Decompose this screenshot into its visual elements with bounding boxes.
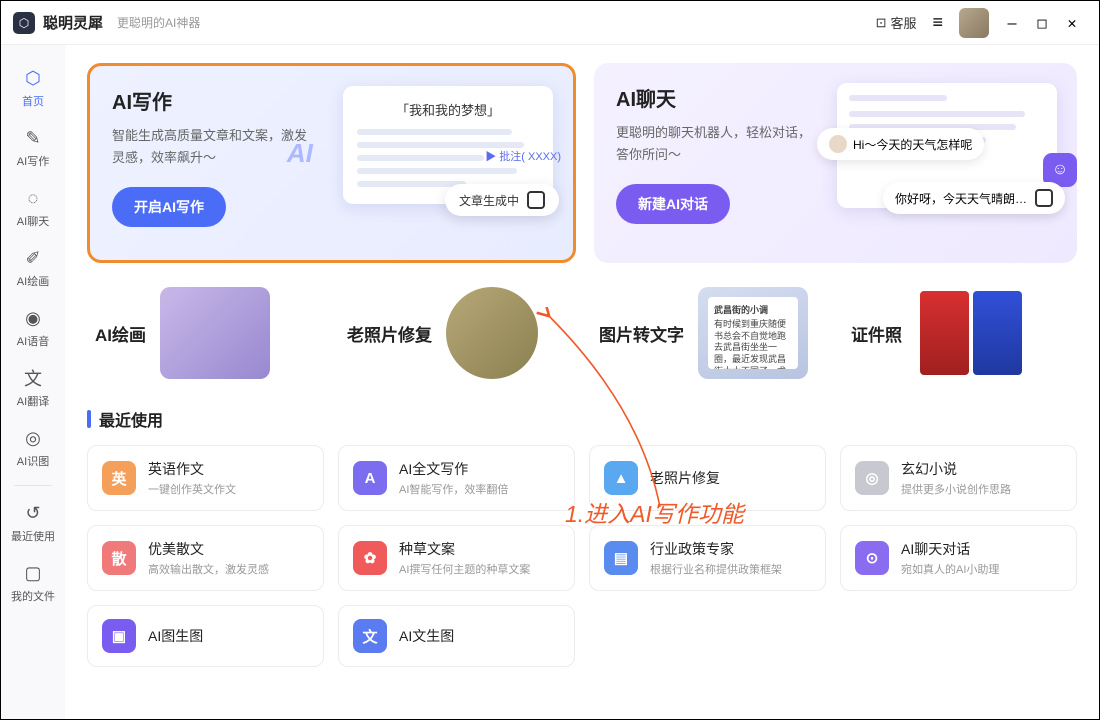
recent-section-header: 最近使用 (87, 407, 1077, 431)
hero-chat-title: AI聊天 (616, 83, 819, 112)
paint-thumb (160, 287, 270, 379)
new-chat-button[interactable]: 新建AI对话 (616, 184, 730, 224)
recent-title: 行业政策专家 (650, 539, 782, 559)
sidebar-item-paint[interactable]: ✐AI绘画 (6, 239, 60, 297)
ocr-icon: ◎ (22, 427, 44, 449)
hero-card-write[interactable]: AI写作 智能生成高质量文章和文案，激发灵感，效率飙升～ 开启AI写作 AI 「… (87, 63, 576, 263)
sidebar-item-voice[interactable]: ◉AI语音 (6, 299, 60, 357)
mock-document: 「我和我的梦想」 ▶ 批注( XXXX) 文章生成中 (343, 86, 553, 204)
sidebar-item-chat[interactable]: ◌AI聊天 (6, 179, 60, 237)
chat-icon: ⊡ (876, 15, 887, 31)
chat-bubble-in: Hi～今天的天气怎样呢 (817, 128, 984, 160)
recent-title: 种草文案 (399, 539, 530, 559)
recent-sub: 根据行业名称提供政策框架 (650, 561, 782, 577)
recent-card[interactable]: ▤ 行业政策专家 根据行业名称提供政策框架 (589, 525, 826, 591)
recent-card[interactable]: A AI全文写作 AI智能写作，效率翻倍 (338, 445, 575, 511)
mock-chat: ☺ Hi～今天的天气怎样呢 你好呀，今天天气晴朗… (837, 83, 1057, 208)
start-write-button[interactable]: 开启AI写作 (112, 187, 226, 227)
recent-icon: ◎ (855, 461, 889, 495)
recent-icon: ▤ (604, 541, 638, 575)
recent-icon: ⊙ (855, 541, 889, 575)
sidebar: ⬡首页 ✎AI写作 ◌AI聊天 ✐AI绘画 ◉AI语音 文AI翻译 ◎AI识图 … (1, 45, 65, 719)
user-avatar[interactable] (959, 8, 989, 38)
recent-title: AI全文写作 (399, 459, 508, 479)
recent-icon: A (353, 461, 387, 495)
main-content: AI写作 智能生成高质量文章和文案，激发灵感，效率飙升～ 开启AI写作 AI 「… (65, 45, 1099, 719)
recent-sub: AI撰写任何主题的种草文案 (399, 561, 530, 577)
recent-title: 英语作文 (148, 459, 236, 479)
sidebar-item-home[interactable]: ⬡首页 (6, 59, 60, 117)
app-logo-icon: ⬡ (13, 12, 35, 34)
mini-avatar-icon (829, 135, 847, 153)
hero-chat-desc: 更聪明的聊天机器人，轻松对话，答你所问～ (616, 122, 819, 166)
recent-card[interactable]: ◎ 玄幻小说 提供更多小说创作思路 (840, 445, 1077, 511)
recent-title: 优美散文 (148, 539, 269, 559)
feature-card-photo-restore[interactable]: 老照片修复 (339, 281, 573, 385)
recent-sub: 提供更多小说创作思路 (901, 481, 1011, 497)
hero-write-desc: 智能生成高质量文章和文案，激发灵感，效率飙升～ (112, 125, 315, 169)
photo-thumb (446, 287, 538, 379)
files-icon: ▢ (22, 562, 44, 584)
recent-icon: 散 (102, 541, 136, 575)
recent-card[interactable]: 文 AI文生图 (338, 605, 575, 667)
recent-card[interactable]: 散 优美散文 高效输出散文，激发灵感 (87, 525, 324, 591)
recent-sub: AI智能写作，效率翻倍 (399, 481, 508, 497)
recent-sub: 宛如真人的AI小助理 (901, 561, 999, 577)
app-subtitle: 更聪明的AI神器 (117, 14, 200, 31)
write-icon: ✎ (22, 127, 44, 149)
sidebar-item-ocr[interactable]: ◎AI识图 (6, 419, 60, 477)
recent-title: AI图生图 (148, 626, 203, 646)
recent-card[interactable]: 英 英语作文 一键创作英文作文 (87, 445, 324, 511)
recent-card[interactable]: ▣ AI图生图 (87, 605, 324, 667)
voice-icon: ◉ (22, 307, 44, 329)
recent-icon: ▣ (102, 619, 136, 653)
recent-grid: 英 英语作文 一键创作英文作文 A AI全文写作 AI智能写作，效率翻倍 ▲ 老… (87, 445, 1077, 667)
recent-title: 玄幻小说 (901, 459, 1011, 479)
maximize-button[interactable]: □ (1027, 10, 1057, 36)
recent-card[interactable]: ⊙ AI聊天对话 宛如真人的AI小助理 (840, 525, 1077, 591)
hex-icon (1035, 189, 1053, 207)
recent-card[interactable]: ▲ 老照片修复 (589, 445, 826, 511)
sidebar-item-write[interactable]: ✎AI写作 (6, 119, 60, 177)
recent-icon: 文 (353, 619, 387, 653)
ocr-thumb: 武昌街的小调有时候到重庆随便书总会不自觉地跑去武昌街坐坐一圈，最近发现武昌街大大… (698, 287, 808, 379)
sidebar-item-translate[interactable]: 文AI翻译 (6, 359, 60, 417)
recent-card[interactable]: ✿ 种草文案 AI撰写任何主题的种草文案 (338, 525, 575, 591)
sidebar-item-files[interactable]: ▢我的文件 (6, 554, 60, 612)
recent-icon: ↺ (22, 502, 44, 524)
recent-title: AI文生图 (399, 626, 454, 646)
home-icon: ⬡ (22, 67, 44, 89)
recent-title: 老照片修复 (650, 468, 720, 488)
minimize-button[interactable]: — (997, 10, 1027, 36)
feature-card-id-photo[interactable]: 证件照 (843, 281, 1077, 385)
recent-icon: 英 (102, 461, 136, 495)
recent-title: AI聊天对话 (901, 539, 999, 559)
app-logo-box: ⬡ 聪明灵犀 更聪明的AI神器 (13, 12, 200, 34)
recent-sub: 高效输出散文，激发灵感 (148, 561, 269, 577)
menu-button[interactable]: ≡ (924, 12, 951, 33)
hex-icon (527, 191, 545, 209)
translate-icon: 文 (22, 367, 44, 389)
sidebar-item-recent[interactable]: ↺最近使用 (6, 494, 60, 552)
feature-card-paint[interactable]: AI绘画 (87, 281, 321, 385)
app-name: 聪明灵犀 (43, 12, 103, 33)
hero-card-chat[interactable]: AI聊天 更聪明的聊天机器人，轻松对话，答你所问～ 新建AI对话 ☺ Hi～今天… (594, 63, 1077, 263)
id-thumb (916, 287, 1026, 379)
feature-card-ocr[interactable]: 图片转文字 武昌街的小调有时候到重庆随便书总会不自觉地跑去武昌街坐坐一圈，最近发… (591, 281, 825, 385)
hero-write-title: AI写作 (112, 86, 315, 115)
chat-icon: ◌ (22, 187, 44, 209)
recent-icon: ▲ (604, 461, 638, 495)
recent-icon: ✿ (353, 541, 387, 575)
recent-sub: 一键创作英文作文 (148, 481, 236, 497)
chat-bubble-out: 你好呀，今天天气晴朗… (883, 182, 1065, 214)
paint-icon: ✐ (22, 247, 44, 269)
titlebar: ⬡ 聪明灵犀 更聪明的AI神器 ⊡ 客服 ≡ — □ ✕ (1, 1, 1099, 45)
support-button[interactable]: ⊡ 客服 (868, 9, 925, 36)
ai-badge: AI (287, 138, 313, 169)
close-button[interactable]: ✕ (1057, 10, 1087, 36)
generating-pill: 文章生成中 (445, 184, 559, 216)
